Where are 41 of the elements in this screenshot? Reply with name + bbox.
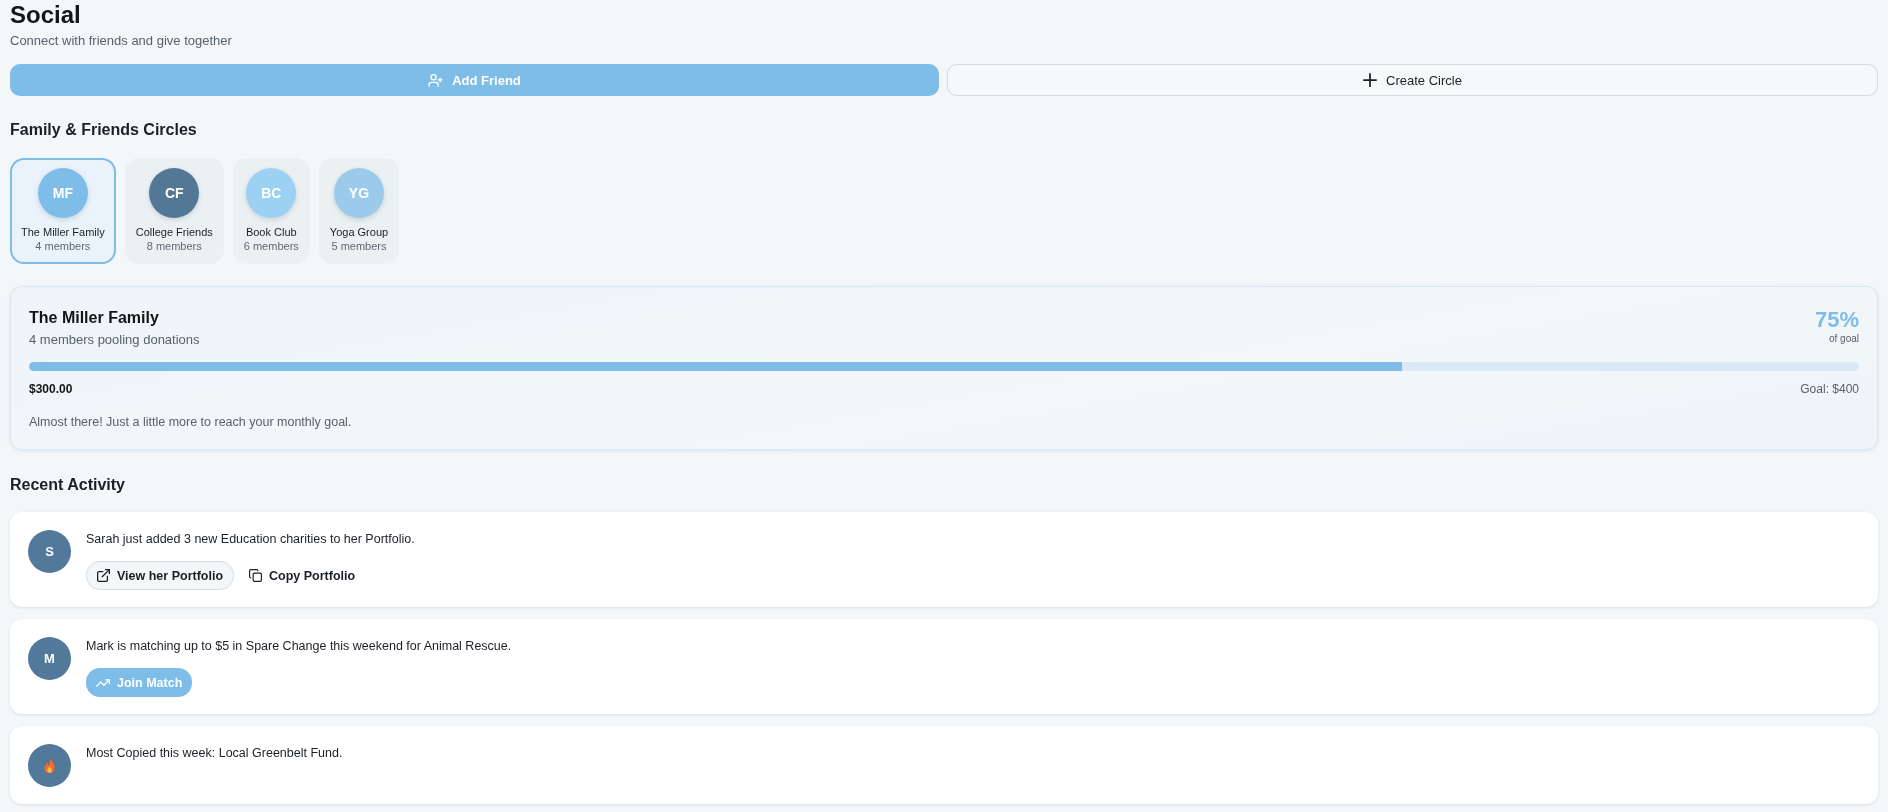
flame-icon [28,744,71,787]
circle-name: Yoga Group [329,225,389,239]
progress-message: Almost there! Just a little more to reach your monthly goal. [29,414,352,431]
user-plus-icon [428,73,444,87]
pool-subtitle: 4 members pooling donations [29,331,200,349]
circle-avatar: YG [333,168,384,218]
copy-icon [249,569,263,582]
user-avatar: S [28,530,71,573]
goal-percent: 75% [1814,308,1859,332]
activity-text: Mark is matching up to $5 in Spare Change this weekend for Animal Rescue. [86,638,512,655]
create-circle-button[interactable]: Create Circle [947,64,1878,96]
trending-up-icon [96,678,110,687]
member-count: 4 members [35,239,91,253]
activity-text: Most Copied this week: Local Greenbelt Fund. [86,745,343,762]
page-title: Social [10,0,81,30]
view-portfolio-button[interactable]: View her Portfolio [86,561,235,590]
page-subtitle: Connect with friends and give together [10,32,232,50]
goal-caption: of goal [1828,332,1859,345]
copy-portfolio-button[interactable]: Copy Portfolio [241,561,364,590]
goal-amount: Goal: $400 [1800,381,1859,397]
circle-avatar: MF [37,168,88,218]
circle-name: Book Club [245,225,297,239]
circle-tile[interactable]: YG Yoga Group 5 members [318,158,400,264]
section-heading: Family & Friends Circles [10,120,197,140]
circle-avatar: BC [246,168,297,218]
circle-title: The Miller Family [29,308,159,328]
plus-icon [1363,73,1378,87]
activity-text: Sarah just added 3 new Education charities to her Portfolio. [86,531,415,548]
member-count: 6 members [243,239,299,253]
section-heading: Recent Activity [10,475,125,495]
external-link-icon [97,569,110,582]
circle-name: College Friends [135,225,213,239]
user-avatar: M [28,637,71,680]
raised-amount: $300.00 [29,381,73,397]
circle-tile[interactable]: CF College Friends 8 members [124,158,224,264]
member-count: 5 members [331,239,387,253]
member-count: 8 members [146,239,202,253]
circle-tile[interactable]: MF The Miller Family 4 members [10,158,116,264]
circle-avatar: CF [149,168,200,218]
circle-name: The Miller Family [21,225,105,239]
circle-tile[interactable]: BC Book Club 6 members [232,158,310,264]
